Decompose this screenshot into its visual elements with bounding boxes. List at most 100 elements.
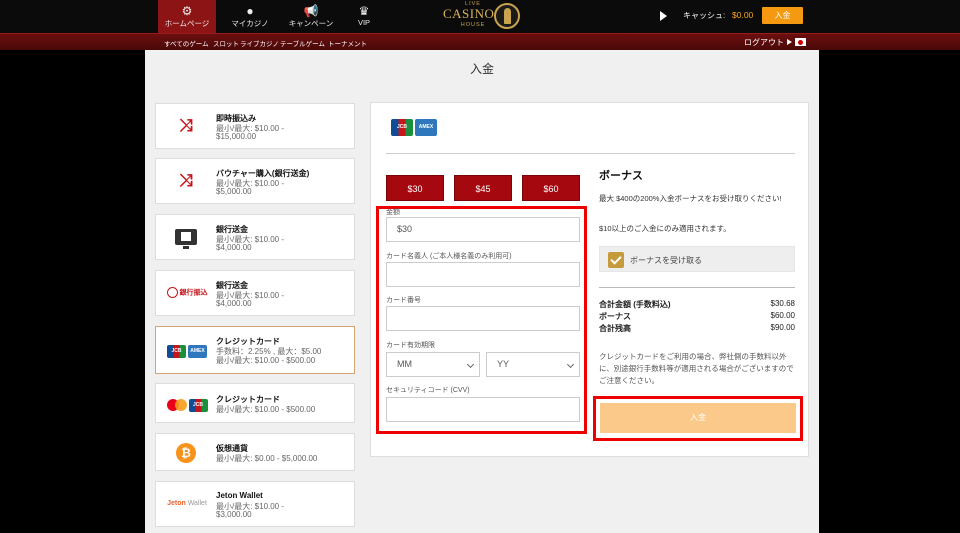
divider [386, 153, 795, 154]
jeton-logo-wallet-text: Wallet [187, 500, 207, 507]
divider [599, 287, 795, 288]
jcb-amex-icon: JCB AMEX [391, 119, 437, 137]
summary-balance-row: 合計残高 $90.00 [599, 323, 795, 334]
bonus-text: 最大 $400の200%入金ボーナスをお受け取りください! [599, 194, 782, 203]
nav-home[interactable]: ⚙ ホームページ [158, 0, 216, 33]
main-content: 入金 ⤨ 即時振込み 最小/最大: $10.00 - $15,000.00 ⤨ … [145, 50, 819, 533]
cvv-label: セキュリティコード (CVV) [386, 387, 470, 394]
bonus-title: ボーナス [599, 170, 643, 182]
logout-link[interactable]: ログアウト [744, 37, 784, 48]
method-limit: $15,000.00 [216, 132, 257, 141]
logo-casino-text: CASINO [443, 6, 495, 21]
mastercard-jcb-icon: JCB [164, 397, 210, 415]
bank-transfer-logo-icon: 銀行振込 [164, 287, 210, 298]
bonus-checkbox-row[interactable]: ボーナスを受け取る [599, 246, 795, 272]
logo-coin-icon [494, 3, 520, 29]
amount-45-button[interactable]: $45 [454, 175, 512, 201]
card-number-label: カード番号 [386, 297, 421, 304]
method-jeton-wallet[interactable]: Jeton Wallet Jeton Wallet 最小/最大: $10.00 … [155, 481, 355, 527]
method-title: Jeton Wallet [216, 491, 263, 500]
cvv-input[interactable] [386, 397, 580, 422]
sub-link-live-casino[interactable]: ライブカジノ [240, 38, 279, 48]
expiry-year-select[interactable]: YY [486, 352, 580, 377]
method-limit: $5,000.00 [216, 187, 252, 196]
nav-home-label: ホームページ [164, 19, 210, 28]
nav-campaign[interactable]: 📢 キャンペーン [282, 0, 340, 33]
cash-value: $0.00 [732, 10, 754, 20]
card-number-input[interactable] [386, 306, 580, 331]
method-voucher[interactable]: ⤨ バウチャー購入(銀行送金) 最小/最大: $10.00 - $5,000.0… [155, 158, 355, 204]
method-limit: 最小/最大: $10.00 - $500.00 [216, 405, 316, 414]
page-title: 入金 [469, 62, 494, 76]
summary-label: 合計残高 [599, 324, 631, 333]
expiry-month-select[interactable]: MM [386, 352, 480, 377]
summary-value: $60.00 [770, 311, 795, 320]
submit-highlight: 入金 [593, 396, 803, 441]
method-instant-transfer[interactable]: ⤨ 即時振込み 最小/最大: $10.00 - $15,000.00 [155, 103, 355, 149]
method-bank-transfer[interactable]: 銀行送金 最小/最大: $10.00 - $4,000.00 [155, 214, 355, 260]
nav-my-casino-label: マイカジノ [231, 19, 269, 28]
megaphone-icon: 📢 [303, 4, 319, 18]
casino-logo[interactable]: LIVE CASINO HOUSE [443, 1, 521, 31]
home-gear-icon: ⚙ [181, 4, 193, 18]
method-limit: $4,000.00 [216, 243, 252, 252]
deposit-panel: JCB AMEX $30 $45 $60 金額 $30 カード名義人 (ご本人様名… [370, 102, 809, 457]
method-title: クレジットカード [216, 337, 280, 346]
cash-label: キャッシュ: [683, 11, 726, 20]
method-title: 仮想通貨 [216, 444, 248, 453]
nav-my-casino[interactable]: ● マイカジノ [221, 0, 279, 33]
sub-link-tournament[interactable]: トーナメント [328, 38, 367, 48]
card-fee-note: クレジットカードをご利用の場合、弊社側の手数料以外に、別途銀行手数料等が適用され… [599, 352, 794, 385]
shuffle-icon: ⤨ [179, 171, 193, 190]
nav-campaign-label: キャンペーン [288, 19, 334, 28]
sub-link-all-games[interactable]: すべてのゲーム [164, 38, 209, 48]
nav-vip[interactable]: ♛ VIP [335, 0, 393, 33]
checkbox-checked-icon[interactable] [608, 252, 624, 268]
top-navbar: ⚙ ホームページ ● マイカジノ 📢 キャンペーン ♛ VIP LIVE CAS… [0, 0, 960, 33]
user-icon: ● [246, 4, 254, 18]
arrow-right-icon [787, 39, 792, 45]
method-bank-transfer-2[interactable]: 銀行振込 銀行送金 最小/最大: $10.00 - $4,000.00 [155, 270, 355, 316]
sub-link-slots[interactable]: スロット [213, 38, 239, 48]
sub-link-table-games[interactable]: テーブルゲーム [280, 38, 325, 48]
bitcoin-icon: ₿ [166, 443, 206, 463]
method-title: バウチャー購入(銀行送金) [216, 169, 310, 178]
method-credit-card-2[interactable]: JCB クレジットカード 最小/最大: $10.00 - $500.00 [155, 383, 355, 423]
logo-house-text: HOUSE [460, 22, 486, 28]
amount-30-button[interactable]: $30 [386, 175, 444, 201]
summary-label: 合計金額 (手数料込) [599, 300, 671, 309]
bank-logo-text: 銀行振込 [179, 289, 208, 297]
method-credit-card-selected[interactable]: JCB AMEX クレジットカード 手数料：2.25% , 最大：$5.00 最小… [155, 326, 355, 374]
method-limit: $4,000.00 [216, 299, 252, 308]
nav-vip-label: VIP [357, 18, 371, 27]
method-crypto[interactable]: ₿ 仮想通貨 最小/最大: $0.00 - $5,000.00 [155, 433, 355, 471]
bonus-checkbox-label: ボーナスを受け取る [630, 256, 702, 265]
bank-monitor-icon [166, 227, 206, 250]
method-limit: 最小/最大: $10.00 - $500.00 [216, 356, 316, 365]
play-icon[interactable] [660, 11, 667, 21]
japan-flag-icon[interactable] [795, 38, 806, 46]
expiry-month-value: MM [397, 359, 412, 369]
summary-bonus-row: ボーナス $60.00 [599, 311, 795, 322]
method-limit: $3,000.00 [216, 510, 252, 519]
card-expiry-label: カード有効期限 [386, 342, 435, 349]
amount-input[interactable]: $30 [386, 217, 580, 242]
bonus-note: $10以上のご入金にのみ適用されます。 [599, 224, 731, 233]
jcb-amex-icon: JCB AMEX [164, 343, 210, 361]
amount-60-button[interactable]: $60 [522, 175, 580, 201]
chevron-down-icon [566, 360, 575, 369]
crown-icon: ♛ [358, 4, 370, 18]
summary-total-row: 合計金額 (手数料込) $30.68 [599, 299, 795, 310]
chevron-down-icon [466, 360, 475, 369]
deposit-submit-button[interactable]: 入金 [600, 403, 796, 433]
method-title: クレジットカード [216, 395, 280, 404]
amount-label: 金額 [386, 209, 400, 216]
summary-label: ボーナス [599, 312, 631, 321]
method-limit: 最小/最大: $0.00 - $5,000.00 [216, 454, 318, 463]
jeton-logo-text: Jeton [167, 500, 186, 507]
method-title: 銀行送金 [216, 281, 248, 290]
jeton-wallet-icon: Jeton Wallet [164, 500, 210, 507]
card-holder-input[interactable] [386, 262, 580, 287]
method-title: 銀行送金 [216, 225, 248, 234]
header-deposit-button[interactable]: 入金 [762, 7, 803, 24]
